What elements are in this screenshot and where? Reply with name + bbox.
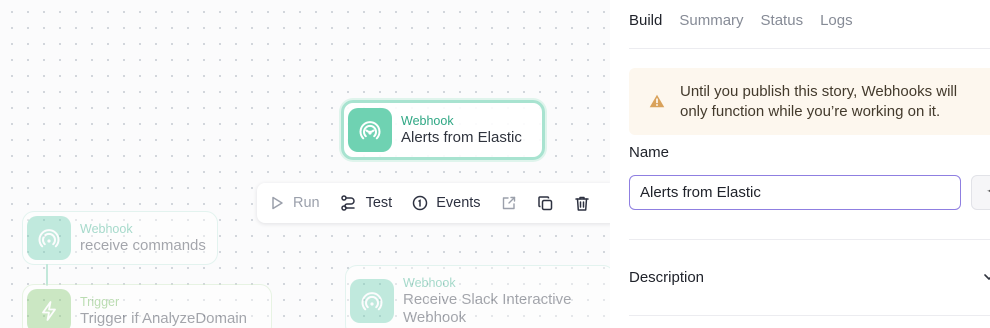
name-label: Name xyxy=(629,144,670,161)
test-button[interactable]: Test xyxy=(340,194,393,212)
tab-status[interactable]: Status xyxy=(761,12,804,29)
tab-build[interactable]: Build xyxy=(629,12,662,29)
tab-logs[interactable]: Logs xyxy=(820,12,853,29)
play-icon xyxy=(272,196,283,210)
node-name: Trigger if AnalyzeDomain xyxy=(80,309,248,327)
webhook-icon xyxy=(348,108,392,152)
node-name: Receive Slack Interactive Webhook xyxy=(403,290,572,326)
panel-tabs: Build Summary Status Logs xyxy=(629,12,870,29)
node-action-toolbar: Run Test Events xyxy=(257,183,610,223)
run-button[interactable]: Run xyxy=(269,195,320,211)
action-settings-panel: Build Summary Status Logs Until you publ… xyxy=(610,0,990,328)
action-node-receive-slack-interactive-webhook[interactable]: Webhook Receive Slack Interactive Webhoo… xyxy=(345,265,610,328)
node-kind: Webhook xyxy=(403,275,456,290)
tab-summary[interactable]: Summary xyxy=(679,12,743,29)
run-label: Run xyxy=(293,195,320,211)
connection-line xyxy=(46,264,48,286)
events-button[interactable]: Events xyxy=(412,195,481,211)
node-kind: Webhook xyxy=(401,113,454,128)
divider xyxy=(629,239,990,240)
copy-icon[interactable] xyxy=(537,195,554,212)
lightning-icon xyxy=(27,289,71,328)
export-icon[interactable] xyxy=(501,195,517,211)
name-input[interactable] xyxy=(629,175,961,210)
description-label[interactable]: Description xyxy=(629,269,704,286)
sparkle-button[interactable]: ✦ xyxy=(971,175,990,210)
chevron-down-icon[interactable] xyxy=(982,270,990,284)
node-kind: Trigger xyxy=(80,294,120,309)
test-label: Test xyxy=(365,195,393,211)
story-canvas[interactable]: Webhook Alerts from Elastic Webhook rece… xyxy=(0,0,610,328)
action-node-alerts-from-elastic[interactable]: Webhook Alerts from Elastic xyxy=(341,100,545,160)
warning-triangle-icon xyxy=(649,94,665,108)
sparkle-icon: ✦ xyxy=(986,183,990,200)
divider xyxy=(629,315,990,316)
node-name: Alerts from Elastic xyxy=(401,128,522,146)
info-circle-icon xyxy=(412,195,428,211)
divider xyxy=(629,48,990,49)
action-node-receive-commands[interactable]: Webhook receive commands xyxy=(22,211,218,265)
events-label: Events xyxy=(436,195,481,211)
node-name: receive commands xyxy=(80,236,206,254)
banner-message: Until you publish this story, Webhooks w… xyxy=(680,83,958,120)
branch-icon xyxy=(340,195,355,211)
webhook-icon xyxy=(27,216,71,260)
trash-icon[interactable] xyxy=(574,195,590,212)
action-node-trigger-if-analyzedomain[interactable]: Trigger Trigger if AnalyzeDomain xyxy=(22,284,272,328)
publish-warning-banner: Until you publish this story, Webhooks w… xyxy=(629,68,990,135)
webhook-icon xyxy=(350,279,394,323)
node-kind: Webhook xyxy=(80,221,133,236)
